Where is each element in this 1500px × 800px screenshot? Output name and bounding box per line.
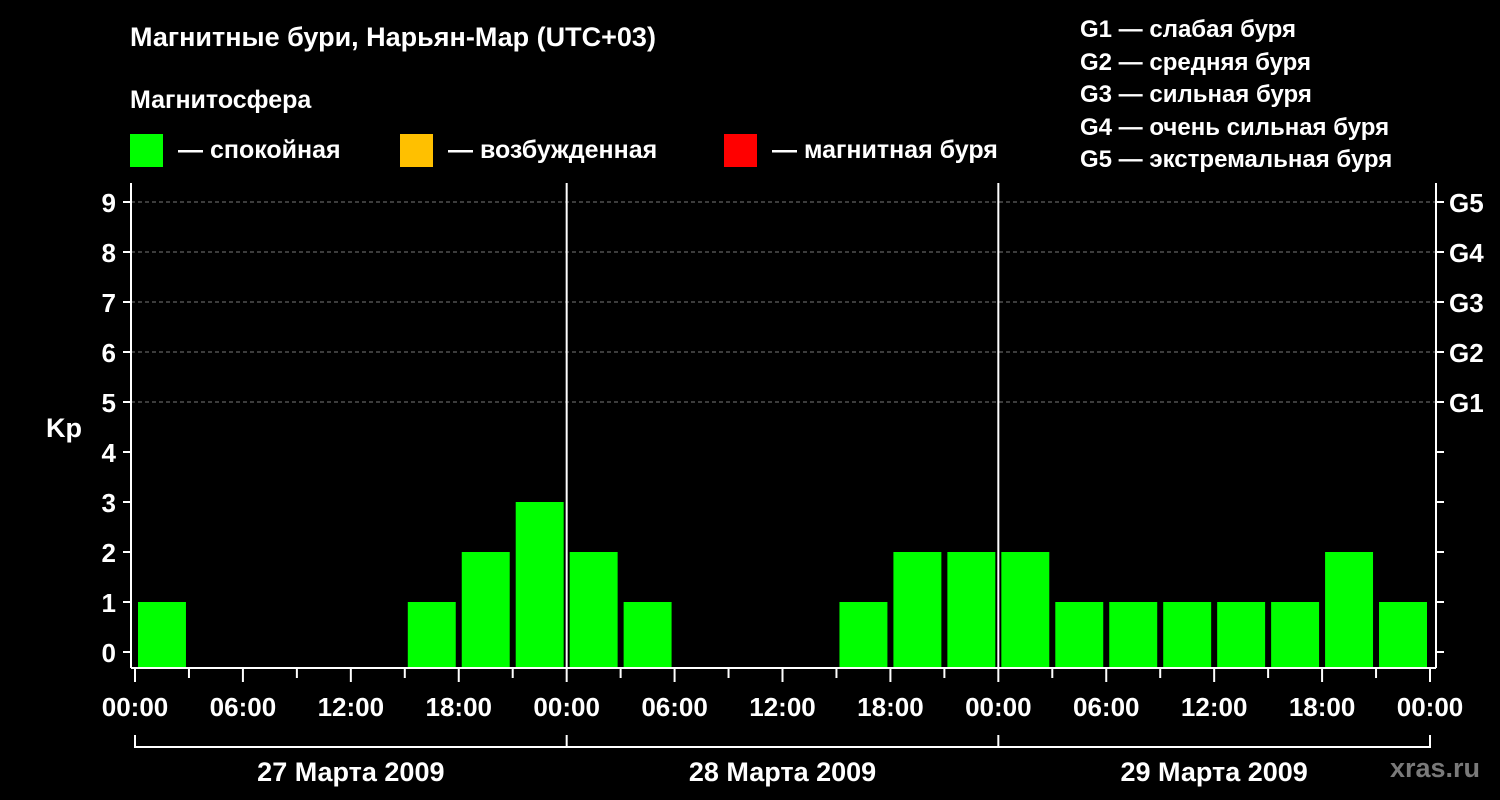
kp-bar-6 [461,552,510,667]
kp-bar-14 [893,552,942,667]
y-tick-label-2: 2 [102,538,116,568]
kp-bar-16 [1001,552,1050,667]
kp-bar-0 [138,602,186,667]
kp-bar-22 [1325,552,1374,667]
g-label-g4: G4 [1449,238,1484,268]
kp-bar-chart: 0 1 2 3 4 5 6 7 8 9 G1 G2 G3 G4 G5 Kp 00:00 06:00 12:00 18:… [46,183,1484,787]
kp-bar-19 [1163,602,1212,667]
kp-bar-9 [623,602,672,667]
y-tick-label-7: 7 [102,288,116,318]
y-tick-label-0: 0 [102,638,116,668]
kp-bar-7 [515,502,564,667]
y-tick-label-3: 3 [102,488,116,518]
kp-bar-8 [569,552,618,667]
y-tick-label-6: 6 [102,338,116,368]
watermark: xras.ru [1389,753,1480,783]
y-tick-label-1: 1 [102,588,116,618]
x-tick-label-6: 12:00 [749,692,816,722]
y-tick-label-4: 4 [102,438,117,468]
x-tick-label-11: 18:00 [1289,692,1356,722]
kp-bar-21 [1271,602,1320,667]
kp-bar-20 [1217,602,1266,667]
kp-bar-5 [407,602,456,667]
date-label-2: 29 Марта 2009 [1121,757,1308,787]
g-label-g1: G1 [1449,388,1484,418]
x-tick-label-2: 12:00 [318,692,385,722]
g-label-g5: G5 [1449,188,1484,218]
kp-bar-23 [1379,602,1427,667]
kp-bar-13 [839,602,888,667]
date-label-0: 27 Марта 2009 [257,757,444,787]
x-tick-label-9: 06:00 [1073,692,1140,722]
x-tick-label-5: 06:00 [641,692,708,722]
x-tick-label-3: 18:00 [426,692,493,722]
kp-bar-17 [1055,602,1104,667]
x-tick-label-12: 00:00 [1397,692,1464,722]
y-tick-label-5: 5 [102,388,116,418]
g-label-g3: G3 [1449,288,1484,318]
x-tick-label-1: 06:00 [210,692,277,722]
x-tick-label-4: 00:00 [533,692,600,722]
x-tick-label-7: 18:00 [857,692,924,722]
g-label-g2: G2 [1449,338,1484,368]
x-tick-label-8: 00:00 [965,692,1032,722]
kp-bar-15 [947,552,996,667]
x-tick-label-0: 00:00 [102,692,169,722]
y-tick-label-9: 9 [102,188,116,218]
kp-bar-18 [1109,602,1158,667]
y-tick-label-8: 8 [102,238,116,268]
y-axis-label: Kp [46,413,82,443]
x-tick-label-10: 12:00 [1181,692,1248,722]
date-label-1: 28 Марта 2009 [689,757,876,787]
